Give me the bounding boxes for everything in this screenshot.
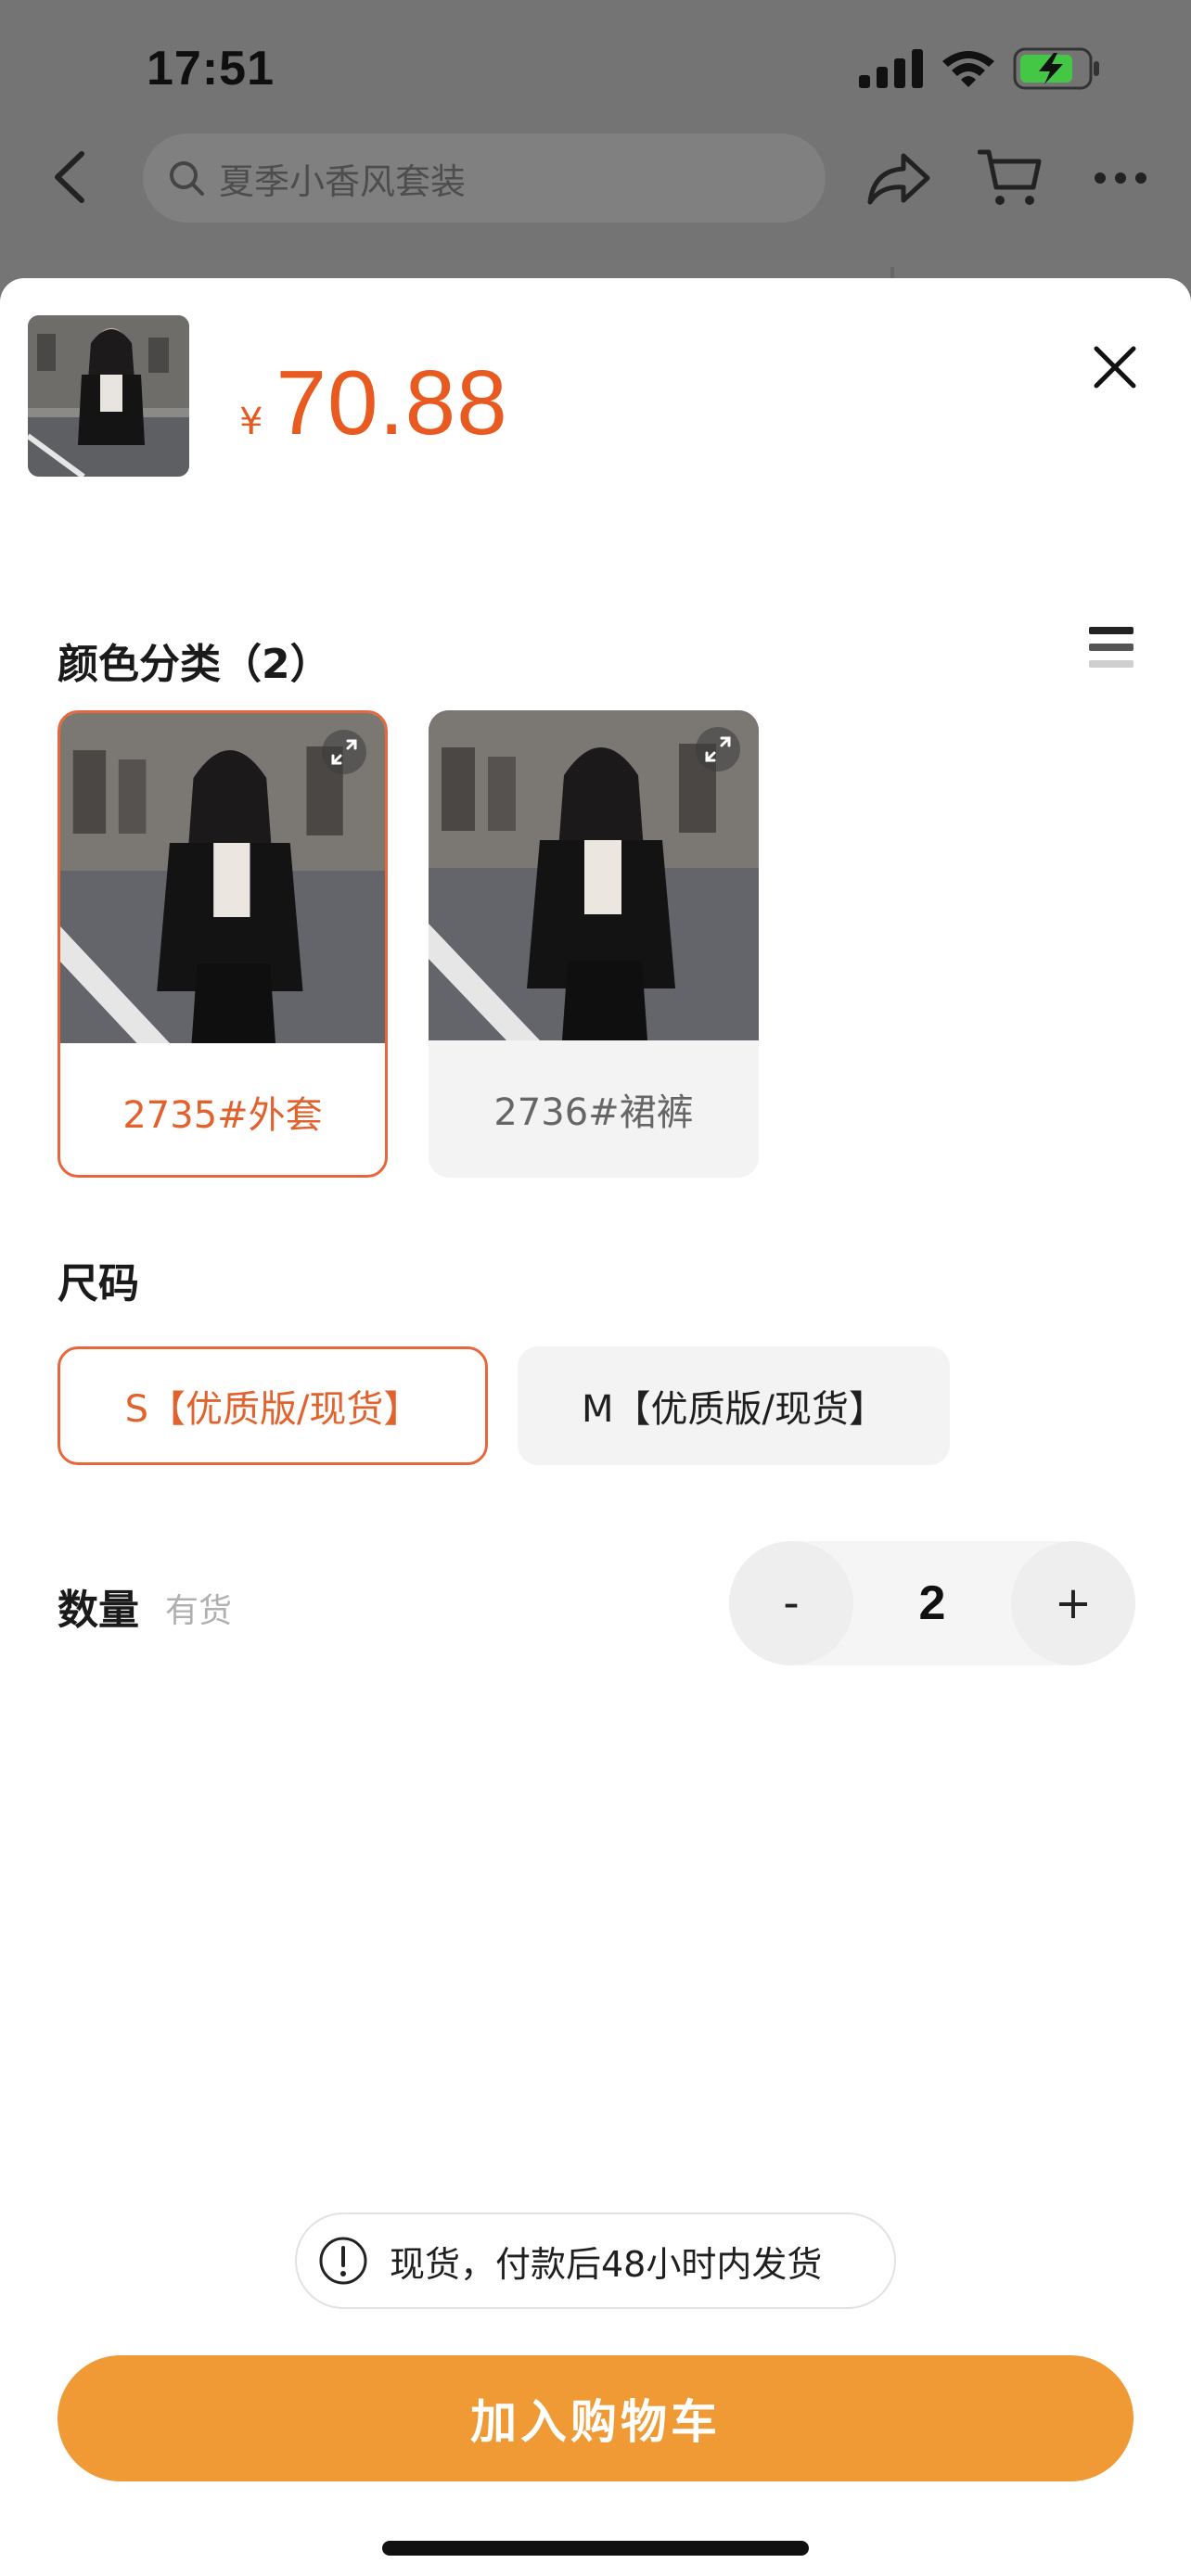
size-option-label: M【优质版/现货】 <box>582 1388 886 1431</box>
stock-status: 有货 <box>165 1592 233 1630</box>
search-placeholder: 夏季小香风套装 <box>219 160 467 202</box>
quantity-value[interactable]: 2 <box>853 1541 1011 1665</box>
search-icon <box>170 161 204 196</box>
decrease-button[interactable]: - <box>729 1541 853 1665</box>
product-thumbnail-image <box>28 315 189 477</box>
price: ¥ 70.88 <box>239 351 508 455</box>
color-option-2736[interactable]: 2736#裙裤 <box>429 710 759 1178</box>
color-section-title: 颜色分类（2） <box>58 641 331 688</box>
shipping-notice: 现货，付款后48小时内发货 <box>295 2213 896 2309</box>
list-icon[interactable] <box>1087 623 1135 671</box>
quantity-stepper: - 2 + <box>729 1541 1135 1665</box>
color-option-2735[interactable]: 2735#外套 <box>58 710 388 1178</box>
share-icon[interactable] <box>866 150 931 208</box>
color-option-label: 2736#裙裤 <box>493 1091 694 1134</box>
add-to-cart-button[interactable]: 加入购物车 <box>58 2355 1133 2481</box>
expand-icon[interactable] <box>322 730 366 774</box>
product-thumbnail[interactable] <box>28 315 189 477</box>
shipping-notice-text: 现货，付款后48小时内发货 <box>390 2243 823 2285</box>
color-option-label: 2735#外套 <box>122 1094 323 1137</box>
price-amount: 70.88 <box>275 351 508 453</box>
signal-icon <box>859 49 923 88</box>
close-icon[interactable] <box>1087 339 1143 395</box>
size-option-m[interactable]: M【优质版/现货】 <box>518 1346 950 1465</box>
size-option-s[interactable]: S【优质版/现货】 <box>58 1346 488 1465</box>
quantity-label: 数量 <box>58 1587 139 1634</box>
cart-icon[interactable] <box>978 147 1043 208</box>
increase-button[interactable]: + <box>1011 1541 1135 1665</box>
battery-icon <box>1013 47 1099 90</box>
size-section-title: 尺码 <box>58 1260 139 1307</box>
expand-icon[interactable] <box>696 727 740 772</box>
more-icon[interactable] <box>1093 169 1148 187</box>
currency-symbol: ¥ <box>239 401 263 443</box>
status-icons <box>859 46 1102 91</box>
home-indicator[interactable] <box>382 2541 809 2556</box>
sku-selection-sheet: ¥ 70.88 颜色分类（2） 2735#外套 2736#裙裤 尺码 S【优质版… <box>0 278 1191 2576</box>
back-icon[interactable] <box>46 148 98 206</box>
info-icon <box>319 2237 367 2285</box>
status-time: 17:51 <box>147 42 275 96</box>
background-overlay: 17:51 夏季小香风套装 <box>0 0 1191 297</box>
wifi-icon <box>942 51 994 87</box>
search-bar[interactable]: 夏季小香风套装 <box>143 134 826 223</box>
size-option-label: S【优质版/现货】 <box>124 1388 421 1431</box>
